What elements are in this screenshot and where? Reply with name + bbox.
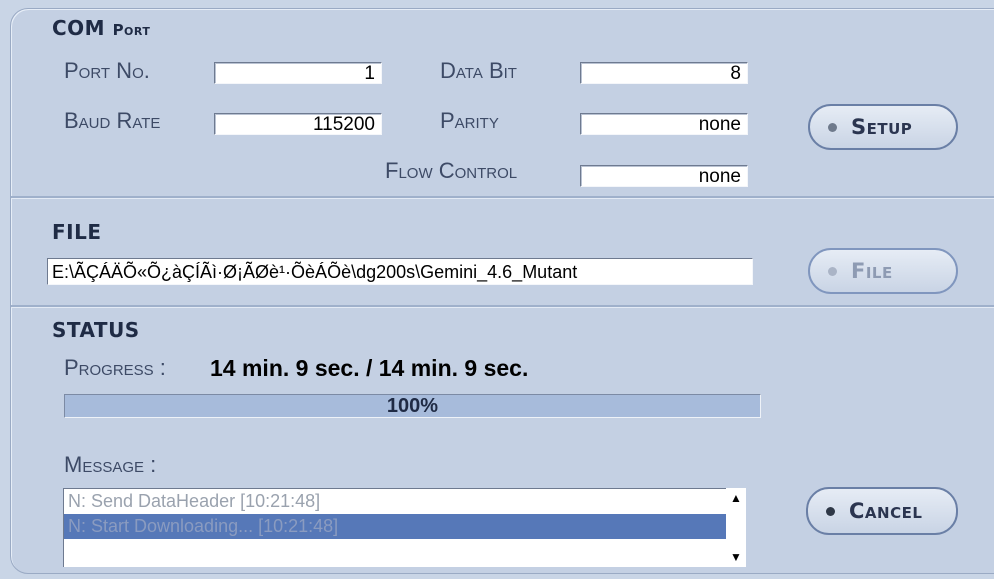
cancel-bullet-icon bbox=[826, 506, 835, 516]
file-bullet-icon bbox=[828, 266, 837, 276]
file-path-field[interactable]: E:\ÃÇÁÄÕ«Õ¿àÇÍÃì·Ø¡ÃØè¹·ÕèÁÕè\dg200s\Gem… bbox=[47, 258, 753, 285]
flow-control-label: Flow Control bbox=[385, 158, 518, 183]
baud-rate-label: Baud Rate bbox=[64, 108, 161, 133]
com-port-title-main: COM bbox=[52, 16, 106, 40]
cancel-button-label: Cancel bbox=[849, 499, 923, 523]
setup-bullet-icon bbox=[828, 122, 837, 132]
baud-rate-field[interactable]: 115200 bbox=[214, 113, 382, 135]
file-button[interactable]: File bbox=[808, 248, 958, 294]
port-no-field[interactable]: 1 bbox=[214, 62, 382, 84]
parity-field[interactable]: none bbox=[580, 113, 748, 135]
message-list-scrollbar[interactable]: ▲ ▼ bbox=[726, 488, 746, 567]
status-section-title: STATUS bbox=[52, 318, 140, 342]
divider-file-status bbox=[11, 305, 994, 308]
com-port-section-title: COM Port bbox=[52, 16, 150, 40]
setup-button[interactable]: Setup bbox=[808, 104, 958, 150]
scroll-down-arrow-icon[interactable]: ▼ bbox=[726, 547, 746, 567]
flow-control-field[interactable]: none bbox=[580, 165, 748, 187]
message-list[interactable]: N: Send DataHeader [10:21:48] N: Start D… bbox=[63, 488, 746, 567]
file-section-title: FILE bbox=[52, 220, 102, 244]
progress-percent: 100% bbox=[386, 395, 439, 417]
progress-time-value: 14 min. 9 sec. / 14 min. 9 sec. bbox=[210, 355, 529, 381]
message-label: Message : bbox=[64, 452, 157, 477]
divider-com-file bbox=[11, 196, 994, 199]
message-item-selected[interactable]: N: Start Downloading... [10:21:48] bbox=[64, 514, 746, 539]
progress-bar: 100% bbox=[64, 394, 761, 418]
parity-label: Parity bbox=[440, 108, 499, 133]
cancel-button[interactable]: Cancel bbox=[806, 487, 958, 535]
scroll-up-arrow-icon[interactable]: ▲ bbox=[726, 488, 746, 508]
message-item[interactable]: N: Send DataHeader [10:21:48] bbox=[64, 489, 746, 514]
setup-button-label: Setup bbox=[851, 115, 913, 139]
data-bit-label: Data Bit bbox=[440, 58, 517, 83]
com-port-title-sc: Port bbox=[112, 21, 151, 39]
file-button-label: File bbox=[851, 259, 893, 283]
data-bit-field[interactable]: 8 bbox=[580, 62, 748, 84]
port-no-label: Port No. bbox=[64, 58, 150, 83]
progress-label: Progress : bbox=[64, 355, 166, 380]
